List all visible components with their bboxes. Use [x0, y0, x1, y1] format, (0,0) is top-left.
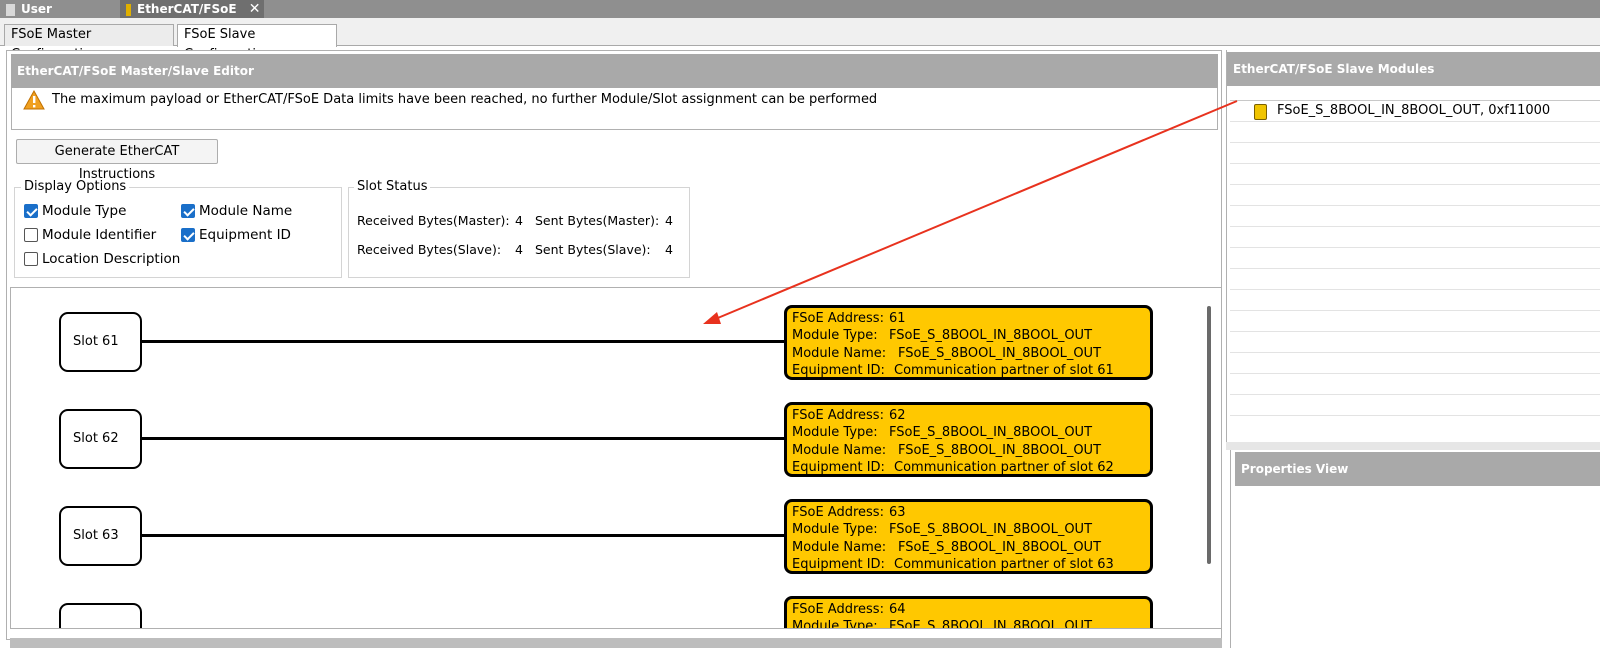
address-label: FSoE Address: [792, 408, 884, 423]
module-type: FSoE_S_8BOOL_IN_8BOOL_OUT [889, 619, 1093, 628]
slot-connector-line [142, 534, 786, 537]
module-card[interactable]: FSoE Address: 62 Module Type: FSoE_S_8BOOL… [784, 402, 1153, 477]
properties-view-title: Properties View [1235, 452, 1600, 486]
equipment-id-label: Equipment ID: [792, 557, 885, 573]
module-card[interactable]: FSoE Address: 61 Module Type: FSoE_S_8BOOL… [784, 305, 1153, 380]
fsoe-address: 63 [889, 505, 906, 520]
module-type: FSoE_S_8BOOL_IN_8BOOL_OUT [889, 328, 1093, 344]
equipment-id-label: Equipment ID: [792, 363, 885, 379]
received-bytes-slave-value: 4 [515, 242, 523, 257]
doc-tab-user-programs[interactable]: User Programs [0, 0, 120, 34]
list-item [1230, 353, 1600, 374]
list-item [1230, 395, 1600, 416]
list-item [1230, 332, 1600, 353]
ethercat-icon [126, 3, 131, 16]
list-item [1230, 374, 1600, 395]
received-bytes-master-label: Received Bytes(Master): [357, 213, 510, 228]
equipment-id: Communication partner of slot 61 [894, 363, 1114, 379]
module-type-label: Module Type: [792, 619, 878, 628]
fsoe-module-icon [1254, 104, 1267, 120]
bottom-panel-bar [10, 638, 1222, 648]
canvas-scrollbar[interactable] [1207, 306, 1211, 564]
list-item [1230, 122, 1600, 143]
tab-fsoe-slave-configuration[interactable]: FSoE Slave Configuration [177, 24, 337, 62]
equipment-id-checkbox[interactable] [181, 228, 195, 242]
list-item [1230, 185, 1600, 206]
sent-bytes-slave-label: Sent Bytes(Slave): [535, 242, 651, 257]
close-icon[interactable]: ✕ [249, 1, 261, 17]
module-card[interactable]: FSoE Address: 64 Module Type: FSoE_S_8BOOL… [784, 596, 1153, 628]
module-card[interactable]: FSoE Address: 63 Module Type: FSoE_S_8BOOL… [784, 499, 1153, 574]
list-item [1230, 311, 1600, 332]
fsoe-address: 62 [889, 408, 906, 423]
warning-icon [23, 90, 45, 110]
module-name: FSoE_S_8BOOL_IN_8BOOL_OUT [898, 442, 1102, 458]
location-description-label: Location Description [42, 251, 181, 267]
slot-64-clip: FSoE Address: 64 Module Type: FSoE_S_8BOOL… [10, 587, 1222, 628]
equipment-id: Communication partner of slot 63 [894, 557, 1114, 573]
module-name: FSoE_S_8BOOL_IN_8BOOL_OUT [898, 539, 1102, 555]
address-label: FSoE Address: [792, 602, 884, 617]
slot-box[interactable]: Slot 63 [59, 506, 142, 566]
tab-fsoe-master-configuration[interactable]: FSoE Master Configuration [4, 24, 174, 62]
module-identifier-checkbox[interactable] [24, 228, 38, 242]
module-type-label: Module Type: [792, 425, 878, 441]
slot-status-group [348, 187, 690, 278]
list-item [1230, 206, 1600, 227]
module-name-label: Module Name: [792, 442, 887, 458]
module-type: FSoE_S_8BOOL_IN_8BOOL_OUT [889, 522, 1093, 538]
address-label: FSoE Address: [792, 505, 884, 520]
slave-module-item[interactable]: FSoE_S_8BOOL_IN_8BOOL_OUT, 0xf11000 [1277, 102, 1550, 120]
generate-ethercat-instructions-button[interactable]: Generate EtherCAT Instructions [16, 139, 218, 182]
fsoe-address: 61 [889, 311, 906, 326]
list-item [1230, 143, 1600, 164]
display-options-title: Display Options [21, 179, 130, 195]
list-item [1230, 227, 1600, 248]
fsoe-address: 64 [889, 602, 906, 617]
module-type-label: Module Type [42, 203, 127, 219]
received-bytes-master-value: 4 [515, 213, 523, 228]
program-icon [6, 3, 15, 16]
sent-bytes-master-value: 4 [665, 213, 673, 228]
module-identifier-label: Module Identifier [42, 227, 157, 243]
slot-connector-line [142, 437, 786, 440]
list-item [1230, 290, 1600, 311]
module-type-checkbox[interactable] [24, 204, 38, 218]
equipment-id-label: Equipment ID: [792, 460, 885, 476]
location-description-checkbox[interactable] [24, 252, 38, 266]
slot-box[interactable]: Slot 61 [59, 312, 142, 372]
slot-box[interactable] [59, 603, 142, 628]
sent-bytes-master-label: Sent Bytes(Master): [535, 213, 660, 228]
slot-box[interactable]: Slot 62 [59, 409, 142, 469]
module-name-label: Module Name: [792, 345, 887, 361]
equipment-id-label: Equipment ID [199, 227, 291, 243]
editor-panel-title: EtherCAT/FSoE Master/Slave Editor [11, 54, 1218, 88]
module-name-checkbox[interactable] [181, 204, 195, 218]
module-name-label: Module Name [199, 203, 293, 219]
doc-tab-label: EtherCAT/FSoE [137, 2, 237, 16]
list-item [1230, 269, 1600, 290]
slot-status-title: Slot Status [354, 179, 431, 195]
panel-splitter[interactable] [1226, 442, 1600, 450]
sent-bytes-slave-value: 4 [665, 242, 673, 257]
list-item [1230, 248, 1600, 269]
list-item [1230, 164, 1600, 185]
module-name-label: Module Name: [792, 539, 887, 555]
equipment-id: Communication partner of slot 62 [894, 460, 1114, 476]
module-type: FSoE_S_8BOOL_IN_8BOOL_OUT [889, 425, 1093, 441]
received-bytes-slave-label: Received Bytes(Slave): [357, 242, 502, 257]
warning-message: The maximum payload or EtherCAT/FSoE Dat… [52, 92, 878, 107]
module-type-label: Module Type: [792, 328, 878, 344]
address-label: FSoE Address: [792, 311, 884, 326]
module-type-label: Module Type: [792, 522, 878, 538]
slot-connector-line [142, 340, 786, 343]
slave-modules-title: EtherCAT/FSoE Slave Modules [1227, 52, 1600, 86]
doc-tab-ethercat-fsoe[interactable]: EtherCAT/FSoE ✕ [120, 0, 264, 18]
module-name: FSoE_S_8BOOL_IN_8BOOL_OUT [898, 345, 1102, 361]
